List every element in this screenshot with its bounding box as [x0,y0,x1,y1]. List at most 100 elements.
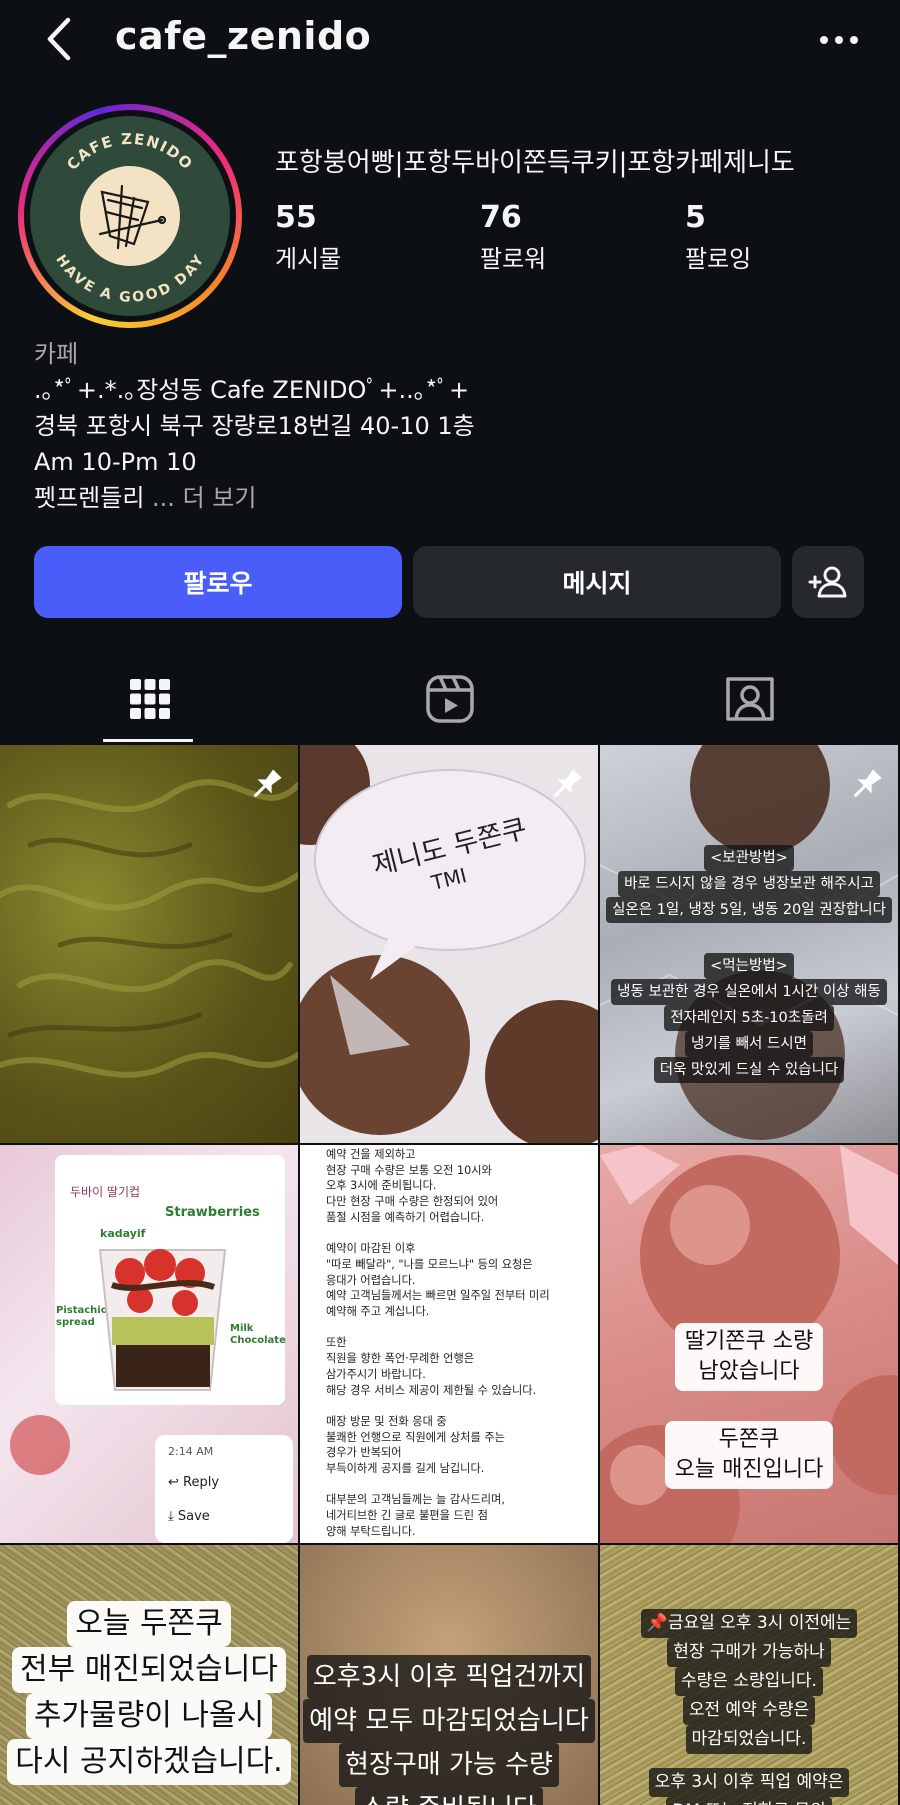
post-caption: 부득이하게 공지를 길게 남깁니다. [326,1462,485,1476]
back-button[interactable] [40,14,80,64]
post-caption: 삼가주시기 바랍니다. [326,1367,426,1381]
chevron-left-icon [47,17,71,61]
followers-stat[interactable]: 76 팔로워 [480,200,546,274]
following-count: 5 [685,200,706,235]
followers-label: 팔로워 [480,245,547,273]
post-caption: 불쾌한 언행으로 직원에게 상처를 주는 [326,1430,505,1444]
post-caption: 예약 고객님들께서는 빠르면 일주일 전부터 미리 [326,1289,550,1303]
post-caption: <보관방법> [704,845,794,871]
more-horizontal-icon [820,36,858,44]
bio-pet-friendly: 펫프렌들리 [34,484,145,512]
profile-category: 카페 [34,340,79,368]
post-thumbnail[interactable] [0,745,298,1143]
post-caption: 또한 [326,1336,347,1350]
post-thumbnail[interactable]: 📌금요일 오후 3시 이전에는 현장 구매가 가능하나 수량은 소량입니다. 오… [600,1545,898,1805]
post-caption: 대부분의 고객님들께는 늘 감사드리며, [326,1493,505,1507]
post-caption: Reply [183,1475,220,1490]
pin-icon [853,769,882,798]
post-thumbnail[interactable]: 오후3시 이후 픽업건까지 예약 모두 마감되었습니다 현장구매 가능 수량 소… [300,1545,598,1805]
post-caption: 냉기를 빼서 드시면 [685,1031,813,1057]
post-thumbnail[interactable]: 예약 건을 제외하고 현장 구매 수량은 보통 오전 10시와 오후 3시에 준… [300,1145,598,1543]
post-caption: 예약 건을 제외하고 [326,1148,416,1161]
post-caption: 더욱 맛있게 드실 수 있습니다 [653,1057,845,1083]
post-caption: 마감되었습니다. [685,1725,813,1754]
message-button[interactable]: 메시지 [413,546,781,618]
post-caption: 딸기쫀쿠 소량 남았습니다 [674,1323,824,1391]
pin-icon [253,769,282,798]
reels-icon [426,675,474,723]
pin-icon [553,769,582,798]
post-thumbnail[interactable]: 딸기쫀쿠 소량 남았습니다 두쫀쿠 오늘 매진입니다 [600,1145,898,1543]
follow-button[interactable]: 팔로우 [34,546,402,618]
following-stat[interactable]: 5 팔로잉 [685,200,751,274]
post-caption: 현장 구매 수량은 보통 오전 10시와 [326,1163,492,1177]
following-label: 팔로잉 [685,245,752,273]
post-caption: 오전 예약 수량은 [682,1696,816,1725]
post-caption: 양해 부탁드립니다. [326,1524,416,1538]
bio-last-line: 펫프렌들리 ... 더 보기 [34,480,475,516]
post-caption: 예약이 마감된 이후 [326,1242,416,1256]
story-ring[interactable]: CAFE ZENIDO HAVE A GOOD DAY [18,104,242,328]
profile-avatar[interactable]: CAFE ZENIDO HAVE A GOOD DAY [30,116,230,316]
post-caption: 응대가 어렵습니다. [326,1273,416,1287]
post-caption: 수량은 소량입니다. [675,1667,823,1696]
post-caption: 네거티브한 긴 글로 불편을 드린 점 [326,1509,488,1523]
post-caption: 현장구매 가능 수량 [339,1743,559,1787]
post-thumbnail[interactable]: 제니도 두쫀쿠 TMI [300,745,598,1143]
post-thumbnail[interactable]: <보관방법> 바로 드시지 않을 경우 냉장보관 해주시고 실온은 1일, 냉장… [600,745,898,1143]
story-timestamp: 2:14 AM [168,1445,214,1458]
bio-more-link[interactable]: ... 더 보기 [152,484,256,512]
tab-posts-grid[interactable] [0,656,300,742]
posts-count-stat[interactable]: 55 게시물 [275,200,341,274]
post-caption: Save [177,1509,210,1524]
post-caption: <먹는방법> [704,953,794,979]
profile-bio: 카페 .｡*ﾟ+.*.｡장성동 Cafe ZENIDOﾟ+..｡*ﾟ+ 경북 포… [34,336,475,516]
post-caption: 전부 매진되었습니다 [12,1647,286,1693]
post-caption: 다시 공지하겠습니다. [7,1739,291,1785]
post-caption: "따로 빼달라", "나를 모르느냐" 등의 요청은 [326,1257,533,1271]
tab-tagged[interactable] [600,656,900,742]
post-caption: 바로 드시지 않을 경우 냉장보관 해주시고 [618,871,880,897]
post-caption: 소량 준비됩니다 [355,1787,543,1805]
post-caption: 직원을 향한 폭언·무례한 언행은 [326,1352,475,1366]
bio-address: 경북 포항시 북구 장량로18번길 40-10 1층 [34,412,475,440]
post-caption: 오후 3시 이후 픽업 예약은 [648,1768,850,1797]
profile-display-name: 포항붕어빵|포항두바이쫀득쿠키|포항카페제니도 [275,148,795,178]
post-caption: 오후 3시에 준비됩니다. [326,1179,437,1193]
top-bar: cafe_zenido [0,0,900,80]
story-reply-label: ↩ Reply [168,1475,220,1490]
bio-line: .｡*ﾟ+.*.｡장성동 Cafe ZENIDOﾟ+..｡*ﾟ+ [34,376,470,404]
more-options-button[interactable] [814,20,864,60]
post-thumbnail[interactable]: 오늘 두쫀쿠 전부 매진되었습니다 추가물량이 나올시 다시 공지하겠습니다. [0,1545,298,1805]
bio-hours: Am 10-Pm 10 [34,448,197,476]
post-caption: 해당 경우 서비스 제공이 제한될 수 있습니다. [326,1383,537,1397]
post-caption: 오늘 두쫀쿠 [67,1601,231,1647]
posts-label: 게시물 [275,245,342,273]
post-caption: 추가물량이 나올시 [25,1693,273,1739]
post-caption: 현장 구매가 가능하나 [667,1638,831,1667]
followers-count: 76 [480,200,522,235]
cafe-logo-icon: CAFE ZENIDO HAVE A GOOD DAY [30,116,230,316]
post-caption: 냉동 보관한 경우 실온에서 1시간 이상 해동 [611,979,887,1005]
post-caption: 오후3시 이후 픽업건까지 [306,1655,592,1699]
profile-username: cafe_zenido [115,14,372,58]
post-caption: 📌금요일 오후 3시 이전에는 [640,1609,858,1638]
post-caption: 실온은 1일, 냉장 5일, 냉동 20일 권장합니다 [606,897,892,923]
post-caption: 품절 시점을 예측하기 어렵습니다. [326,1210,485,1224]
active-tab-indicator [103,739,193,742]
post-caption: 다만 현장 구매 수량은 한정되어 있어 [326,1195,499,1209]
tagged-user-icon [726,677,774,721]
post-caption: 예약해 주고 계십니다. [326,1305,430,1319]
post-thumbnail[interactable]: 두바이 딸기컵 Strawberries kadayif Pistachio s… [0,1145,298,1543]
profile-tabs [0,656,900,742]
post-caption: DM 또는 전화로 문의 [666,1797,832,1805]
post-caption: 매장 방문 및 전화 응대 중 [326,1414,447,1428]
tab-reels[interactable] [300,656,600,742]
grid-icon [130,679,170,719]
post-caption: 경우가 반복되어 [326,1446,402,1460]
story-save-label: ⤓ Save [168,1509,210,1524]
reels-badge-icon [251,1166,285,1200]
post-caption: 두쫀쿠 오늘 매진입니다 [664,1421,834,1489]
suggested-users-button[interactable] [792,546,864,618]
add-person-icon [808,566,847,598]
